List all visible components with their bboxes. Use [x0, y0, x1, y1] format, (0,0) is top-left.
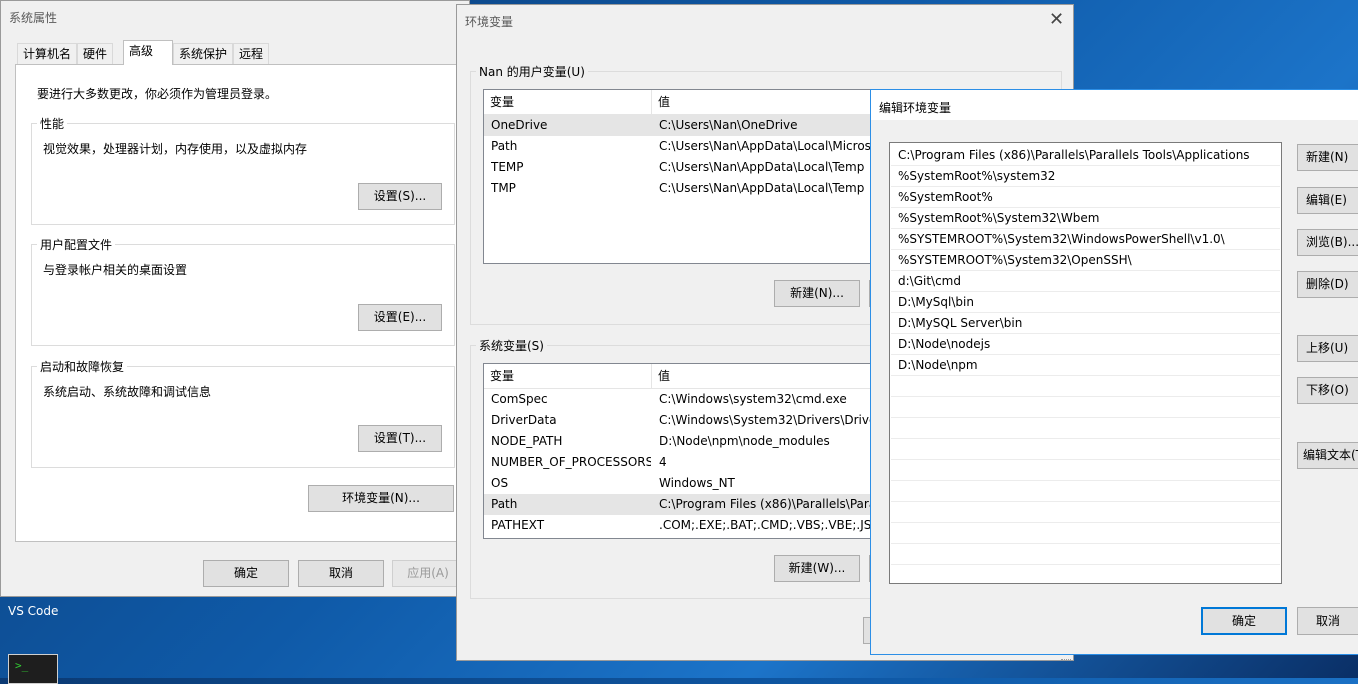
path-entry[interactable]: %SystemRoot%\system32 — [891, 166, 1280, 187]
system-properties-window: 系统属性 计算机名 硬件 高级 系统保护 远程 要进行大多数更改，你必须作为管理… — [0, 0, 470, 597]
edit-env-var-window: 编辑环境变量 C:\Program Files (x86)\Parallels\… — [870, 89, 1358, 655]
path-entry[interactable]: C:\Program Files (x86)\Parallels\Paralle… — [891, 145, 1280, 166]
tab-remote[interactable]: 远程 — [233, 43, 270, 64]
sysprops-title: 系统属性 — [9, 11, 58, 25]
tab-hardware[interactable]: 硬件 — [77, 43, 114, 64]
edit-env-cancel-button[interactable]: 取消 — [1297, 607, 1358, 635]
startup-desc: 系统启动、系统故障和调试信息 — [43, 385, 212, 399]
path-entry[interactable]: %SystemRoot% — [891, 187, 1280, 208]
profile-desc: 与登录帐户相关的桌面设置 — [43, 263, 188, 277]
environment-variables-button[interactable]: 环境变量(N)... — [308, 485, 454, 512]
tab-system-protection[interactable]: 系统保护 — [173, 43, 234, 64]
env-title: 环境变量 — [465, 15, 514, 29]
path-delete-button[interactable]: 删除(D) — [1297, 271, 1358, 298]
system-var-name: NUMBER_OF_PROCESSORS — [491, 455, 651, 469]
path-new-button[interactable]: 新建(N) — [1297, 144, 1358, 171]
profile-settings-button[interactable]: 设置(E)... — [358, 304, 442, 331]
path-list[interactable]: C:\Program Files (x86)\Parallels\Paralle… — [889, 142, 1282, 584]
startup-group — [31, 366, 455, 468]
performance-title: 性能 — [37, 115, 68, 132]
user-new-button[interactable]: 新建(N)... — [774, 280, 860, 307]
sysprops-cancel-button[interactable]: 取消 — [298, 560, 384, 587]
system-var-name: ComSpec — [491, 392, 548, 406]
user-var-name: OneDrive — [491, 118, 548, 132]
path-entry[interactable]: D:\MySql\bin — [891, 292, 1280, 313]
user-var-name: Path — [491, 139, 518, 153]
tab-advanced[interactable]: 高级 — [123, 40, 173, 65]
system-new-button[interactable]: 新建(W)... — [774, 555, 860, 582]
path-empty-row[interactable] — [891, 460, 1280, 481]
terminal-glyph: >_ — [15, 659, 29, 672]
tab-computer-name[interactable]: 计算机名 — [17, 43, 78, 64]
profile-title: 用户配置文件 — [37, 236, 116, 253]
sys-col-variable[interactable]: 变量 — [484, 364, 652, 388]
system-var-name: OS — [491, 476, 509, 490]
system-vars-title: 系统变量(S) — [476, 337, 547, 354]
path-edit-text-button[interactable]: 编辑文本(T)... — [1297, 442, 1358, 469]
edit-env-titlebar[interactable]: 编辑环境变量 — [871, 90, 1358, 120]
system-var-name: NODE_PATH — [491, 434, 563, 448]
edit-env-title: 编辑环境变量 — [879, 101, 952, 115]
system-var-name: Path — [491, 497, 518, 511]
path-empty-row[interactable] — [891, 502, 1280, 523]
path-edit-button[interactable]: 编辑(E) — [1297, 187, 1358, 214]
path-entry[interactable]: d:\Git\cmd — [891, 271, 1280, 292]
env-titlebar[interactable]: 环境变量 ✕ — [457, 5, 1073, 35]
path-empty-row[interactable] — [891, 418, 1280, 439]
path-entry[interactable]: %SYSTEMROOT%\System32\OpenSSH\ — [891, 250, 1280, 271]
system-var-name: DriverData — [491, 413, 557, 427]
sysprops-titlebar[interactable]: 系统属性 — [1, 1, 469, 31]
performance-settings-button[interactable]: 设置(S)... — [358, 183, 442, 210]
sysprops-ok-button[interactable]: 确定 — [203, 560, 289, 587]
edit-env-ok-button[interactable]: 确定 — [1201, 607, 1287, 635]
user-var-name: TEMP — [491, 160, 524, 174]
path-empty-row[interactable] — [891, 397, 1280, 418]
user-var-name: TMP — [491, 181, 516, 195]
startup-settings-button[interactable]: 设置(T)... — [358, 425, 442, 452]
env-close-icon[interactable]: ✕ — [1049, 11, 1064, 29]
path-entry[interactable]: D:\Node\npm — [891, 355, 1280, 376]
path-entry[interactable]: D:\MySQL Server\bin — [891, 313, 1280, 334]
path-move-up-button[interactable]: 上移(U) — [1297, 335, 1358, 362]
path-entry[interactable]: %SYSTEMROOT%\System32\WindowsPowerShell\… — [891, 229, 1280, 250]
path-empty-row[interactable] — [891, 376, 1280, 397]
path-empty-row[interactable] — [891, 439, 1280, 460]
path-entry[interactable]: %SystemRoot%\System32\Wbem — [891, 208, 1280, 229]
path-browse-button[interactable]: 浏览(B)... — [1297, 229, 1358, 256]
path-empty-row[interactable] — [891, 481, 1280, 502]
sysprops-apply-button[interactable]: 应用(A) — [392, 560, 464, 587]
admin-notice: 要进行大多数更改，你必须作为管理员登录。 — [37, 87, 278, 101]
path-empty-row[interactable] — [891, 544, 1280, 565]
startup-title: 启动和故障恢复 — [37, 358, 128, 375]
performance-desc: 视觉效果，处理器计划，内存使用，以及虚拟内存 — [43, 142, 308, 156]
terminal-icon[interactable]: >_ — [8, 654, 58, 684]
user-vars-title: Nan 的用户变量(U) — [476, 63, 588, 80]
path-move-down-button[interactable]: 下移(O) — [1297, 377, 1358, 404]
path-entry[interactable]: D:\Node\nodejs — [891, 334, 1280, 355]
vscode-label: VS Code — [8, 604, 59, 618]
user-col-variable[interactable]: 变量 — [484, 90, 652, 114]
path-empty-row[interactable] — [891, 523, 1280, 544]
system-var-name: PATHEXT — [491, 518, 545, 532]
